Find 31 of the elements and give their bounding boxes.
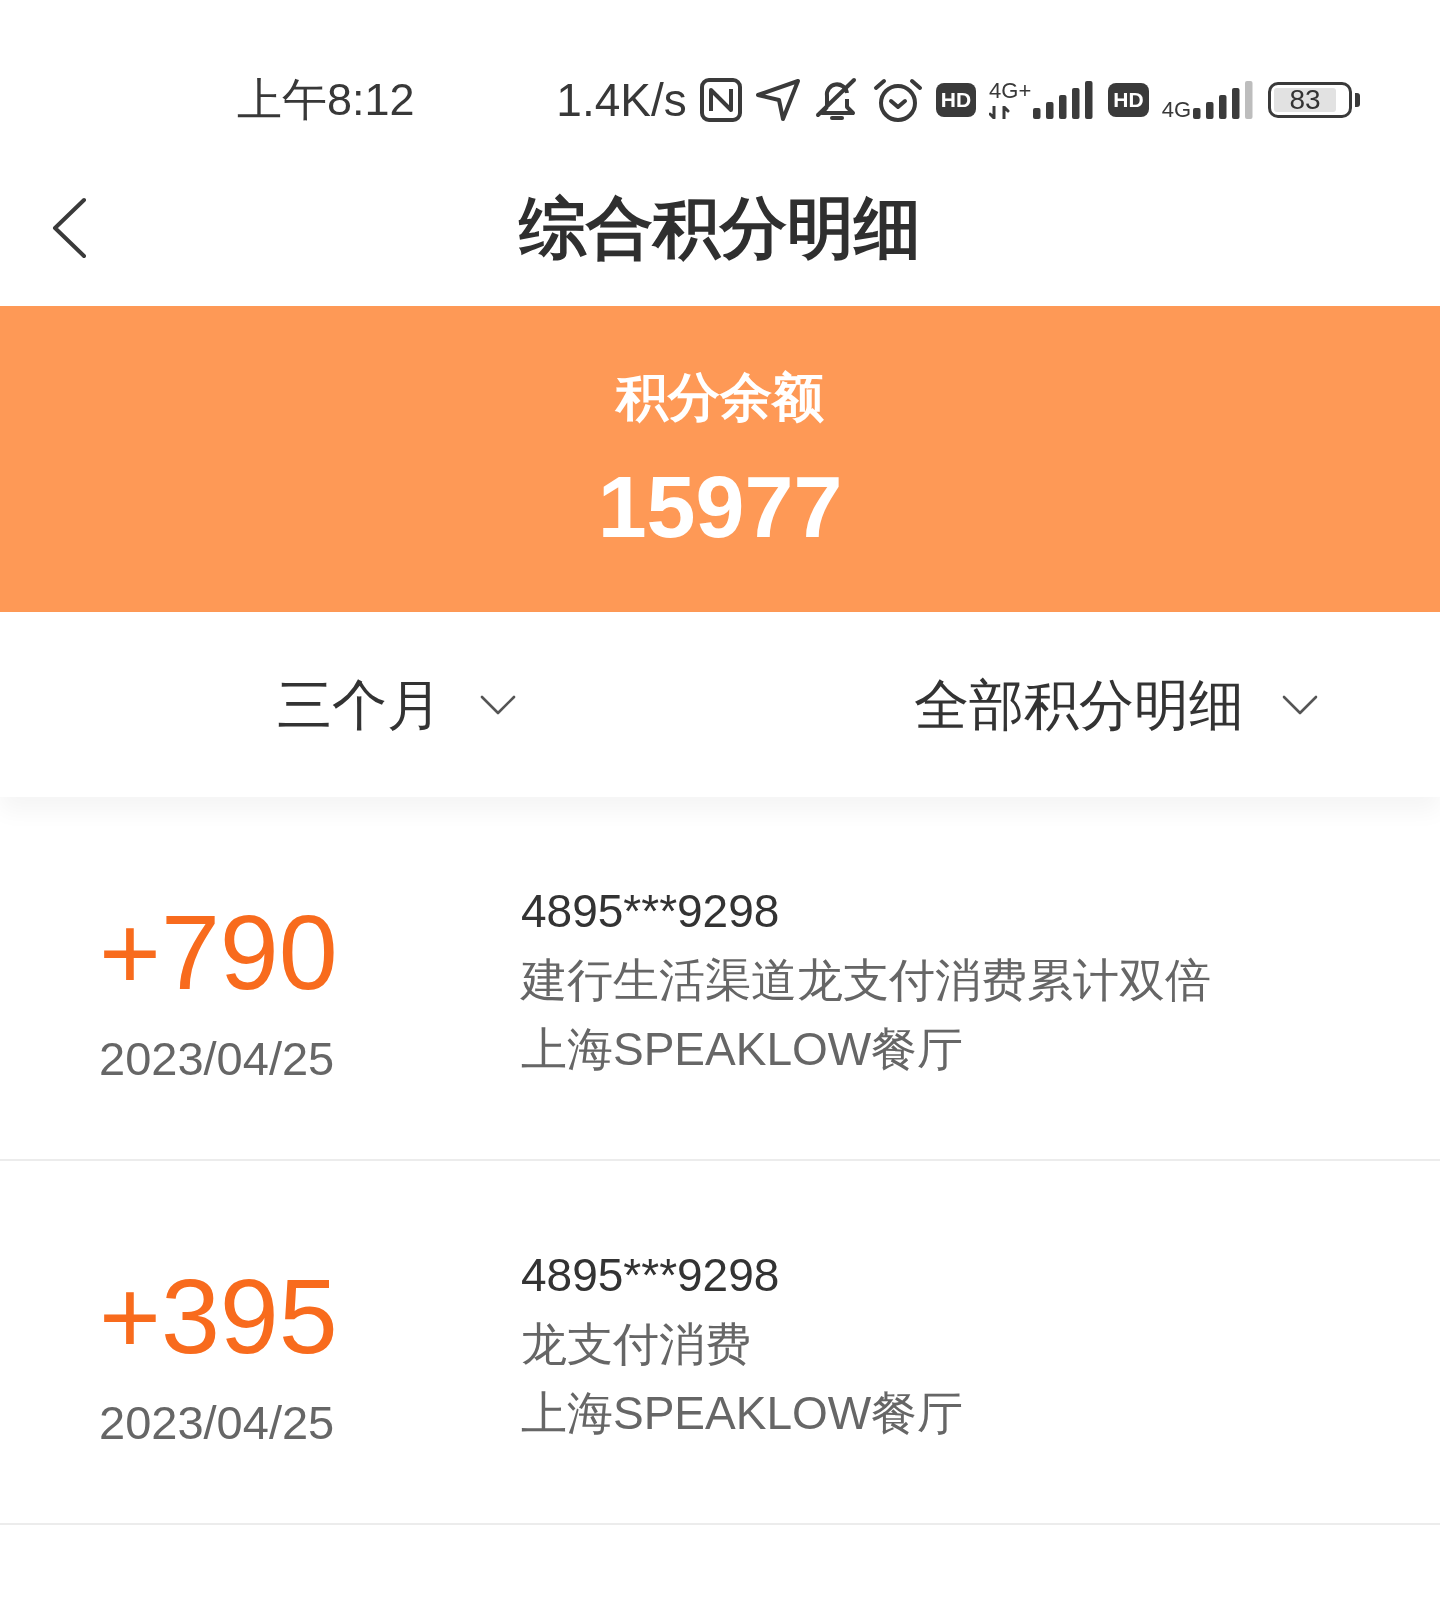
- card-number: 4895***9298: [521, 1248, 780, 1303]
- signal-icon: [1193, 81, 1255, 119]
- network-type: 4G+: [989, 82, 1032, 100]
- alarm-clock-icon: [872, 77, 923, 123]
- hd-badge: HD: [935, 83, 977, 117]
- battery-indicator: 83: [1268, 82, 1360, 118]
- card-number: 4895***9298: [521, 884, 780, 939]
- chevron-down-icon: [479, 694, 516, 715]
- record-description: 龙支付消费: [521, 1317, 751, 1372]
- network-type: 4G: [1161, 101, 1191, 119]
- filter-dropdown[interactable]: 三个月: [276, 671, 516, 738]
- hd-badge: HD: [1108, 83, 1149, 117]
- record-date: 2023/04/25: [99, 1031, 335, 1087]
- record-description: 建行生活渠道龙支付消费累计双倍: [521, 953, 1211, 1008]
- chevron-down-icon: [1282, 694, 1318, 715]
- points-amount: +395: [99, 1261, 338, 1371]
- balance-label: 积分余额: [616, 367, 824, 427]
- data-arrows-icon: [989, 106, 1012, 119]
- balance-value: 15977: [597, 457, 843, 557]
- filter-dropdown[interactable]: 全部积分明细: [914, 671, 1318, 738]
- merchant-name: 上海SPEAKLOW餐厅: [521, 1022, 964, 1077]
- navigation-arrow-icon: [754, 78, 801, 122]
- points-amount: +790: [99, 897, 338, 1007]
- status-time: 上午8:12: [237, 74, 415, 126]
- nfc-icon: [699, 78, 742, 122]
- record-date: 2023/04/25: [99, 1395, 335, 1451]
- signal-icon: [1033, 81, 1096, 119]
- page-title: 综合积分明细: [519, 189, 921, 267]
- chevron-left-icon: [50, 197, 88, 259]
- network-speed: 1.4K/s: [556, 74, 687, 126]
- merchant-name: 上海SPEAKLOW餐厅: [521, 1386, 964, 1441]
